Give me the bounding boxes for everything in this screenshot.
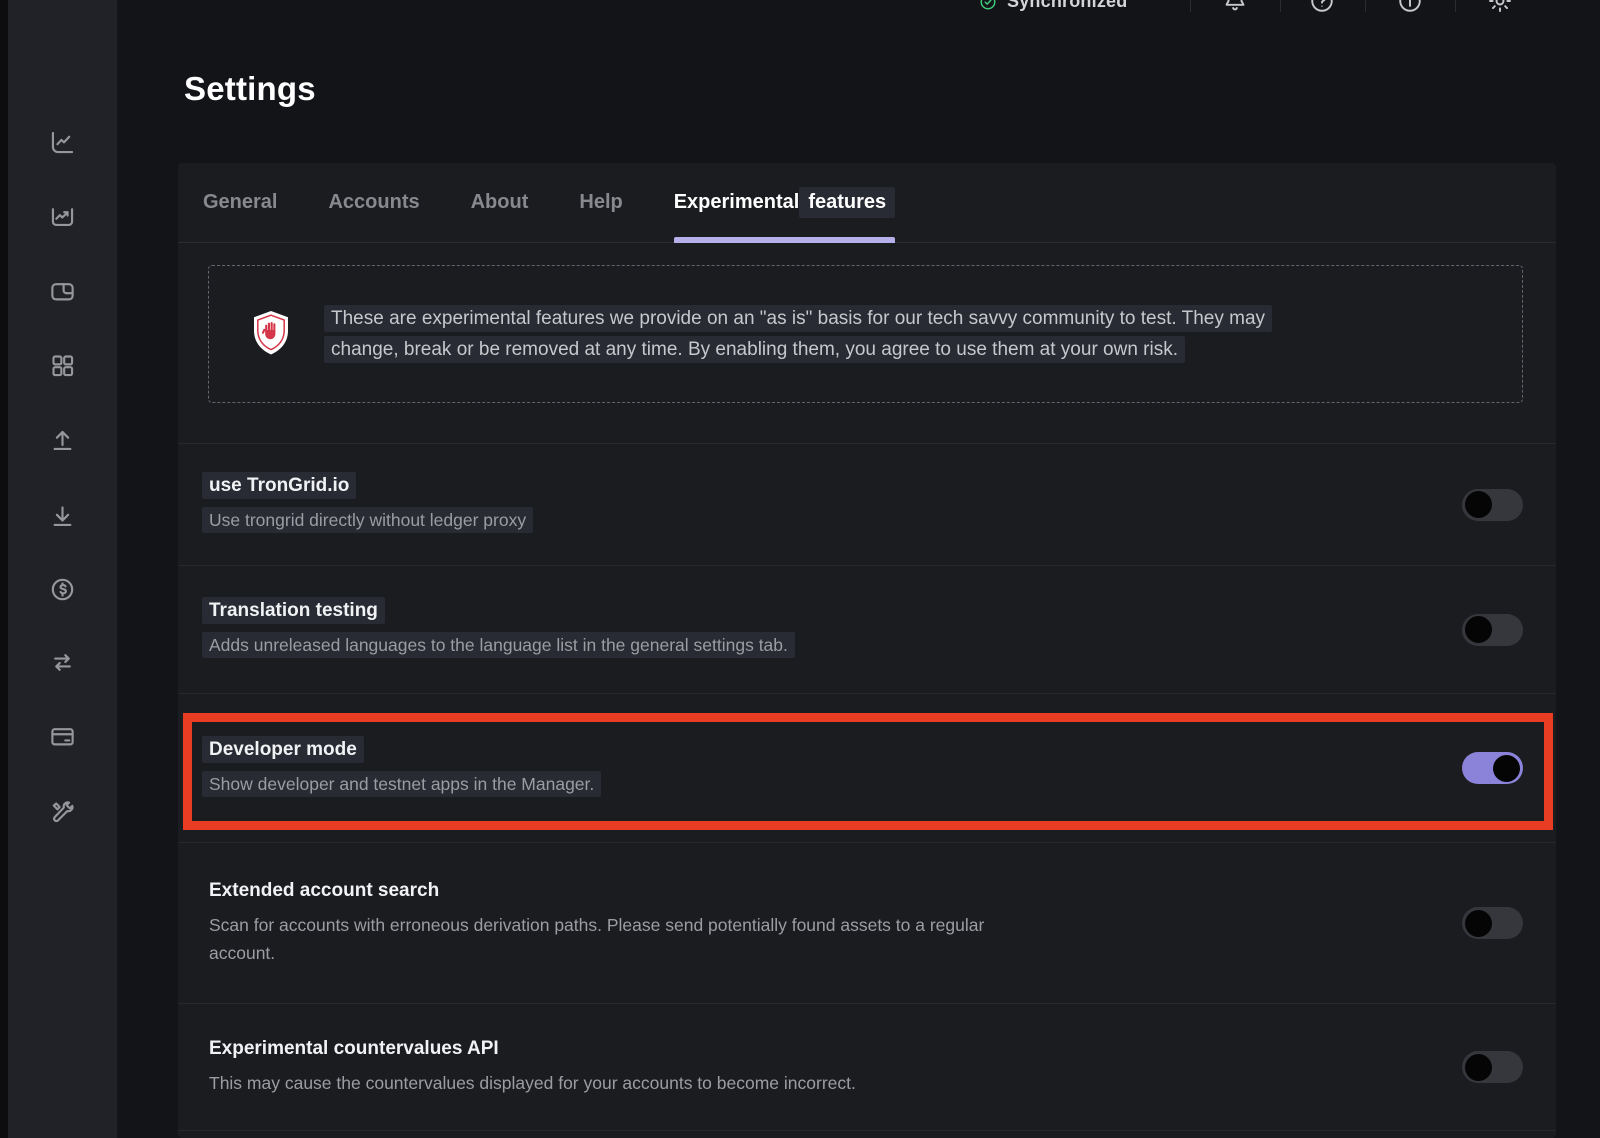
toggle-knob — [1465, 616, 1492, 643]
toggle-knob — [1493, 755, 1520, 782]
bell-icon[interactable] — [1222, 0, 1248, 14]
setting-row-extended-account-search: Extended account search Scan for account… — [178, 842, 1556, 1003]
setting-row-developer-mode: Developer mode Show developer and testne… — [178, 693, 1556, 842]
market-trend-icon[interactable] — [48, 201, 78, 231]
toggle-knob — [1465, 910, 1492, 937]
settings-tabbar: General Accounts About Help Experimental… — [178, 163, 1556, 243]
receive-arrow-down-icon[interactable] — [48, 501, 78, 531]
setting-description: Adds unreleased languages to the languag… — [202, 632, 795, 658]
portfolio-chart-icon[interactable] — [48, 127, 78, 157]
setting-title: Extended account search — [209, 880, 439, 901]
setting-title: Translation testing — [202, 597, 385, 624]
help-circle-icon[interactable] — [1309, 0, 1335, 14]
experimental-warning-text: These are experimental features we provi… — [331, 303, 1272, 365]
topbar: Synchronized — [117, 0, 1600, 14]
toggle-translation-testing[interactable] — [1462, 614, 1523, 646]
window-edge-strip — [0, 0, 8, 1138]
topbar-divider — [1280, 0, 1281, 12]
setting-title: Developer mode — [202, 736, 364, 763]
page-title: Settings — [184, 70, 316, 108]
setting-description: This may cause the countervalues display… — [209, 1073, 856, 1093]
toggle-developer-mode[interactable] — [1462, 752, 1523, 784]
tab-experimental-features[interactable]: Experimental features — [674, 163, 895, 243]
next-row-edge — [178, 1130, 1556, 1138]
card-icon[interactable] — [48, 721, 78, 751]
settings-card: General Accounts About Help Experimental… — [178, 163, 1556, 1138]
swap-icon[interactable] — [48, 647, 78, 677]
tools-icon[interactable] — [48, 797, 78, 827]
settings-rows: use TronGrid.io Use trongrid directly wi… — [178, 443, 1556, 1138]
setting-description: Show developer and testnet apps in the M… — [202, 771, 601, 797]
sidebar — [8, 0, 117, 1138]
tab-help[interactable]: Help — [579, 163, 622, 243]
setting-row-translation-testing: Translation testing Adds unreleased lang… — [178, 565, 1556, 693]
toggle-knob — [1465, 491, 1492, 518]
wallet-icon[interactable] — [48, 276, 78, 306]
toggle-countervalues-api[interactable] — [1462, 1051, 1523, 1083]
toggle-knob — [1465, 1054, 1492, 1081]
setting-title: use TronGrid.io — [202, 472, 356, 499]
setting-description: Use trongrid directly without ledger pro… — [202, 507, 533, 533]
topbar-divider — [1190, 0, 1191, 12]
gear-icon[interactable] — [1487, 0, 1513, 14]
setting-title: Experimental countervalues API — [209, 1038, 499, 1059]
tab-accounts[interactable]: Accounts — [328, 163, 419, 243]
setting-description: Scan for accounts with erroneous derivat… — [209, 915, 984, 963]
topbar-divider — [1365, 0, 1366, 12]
sync-check-icon — [979, 0, 997, 11]
apps-grid-icon[interactable] — [48, 350, 78, 380]
setting-row-countervalues-api: Experimental countervalues API This may … — [178, 1003, 1556, 1130]
toggle-extended-account-search[interactable] — [1462, 907, 1523, 939]
sync-status-label: Synchronized — [1007, 0, 1127, 12]
shield-hand-icon — [248, 309, 294, 359]
send-arrow-up-icon[interactable] — [48, 425, 78, 455]
tab-general[interactable]: General — [203, 163, 277, 243]
info-circle-icon[interactable] — [1397, 0, 1423, 14]
experimental-warning-panel: These are experimental features we provi… — [208, 265, 1523, 403]
setting-row-use-trongrid: use TronGrid.io Use trongrid directly wi… — [178, 443, 1556, 565]
toggle-use-trongrid[interactable] — [1462, 489, 1523, 521]
buy-sell-dollar-icon[interactable] — [48, 574, 78, 604]
topbar-divider — [1455, 0, 1456, 12]
tab-about[interactable]: About — [471, 163, 529, 243]
